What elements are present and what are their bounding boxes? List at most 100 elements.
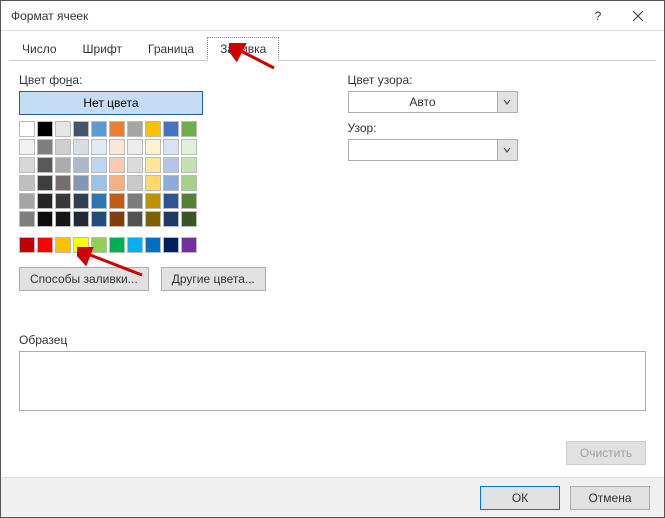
color-swatch[interactable] — [55, 175, 71, 191]
color-swatch[interactable] — [145, 237, 161, 253]
close-icon — [633, 11, 643, 21]
color-swatch[interactable] — [37, 211, 53, 227]
color-swatch[interactable] — [19, 139, 35, 155]
close-button[interactable] — [618, 1, 658, 31]
color-swatch[interactable] — [91, 193, 107, 209]
color-swatch[interactable] — [55, 121, 71, 137]
tab-fill[interactable]: Заливка — [207, 37, 279, 61]
sample-box — [19, 351, 646, 411]
color-swatch[interactable] — [163, 175, 179, 191]
tab-border[interactable]: Граница — [135, 37, 207, 61]
theme-colors-palette — [19, 121, 318, 227]
help-button[interactable]: ? — [578, 1, 618, 31]
color-swatch[interactable] — [127, 139, 143, 155]
color-swatch[interactable] — [73, 237, 89, 253]
color-swatch[interactable] — [145, 175, 161, 191]
color-swatch[interactable] — [109, 175, 125, 191]
bg-color-label: Цвет фона: — [19, 73, 318, 87]
color-swatch[interactable] — [55, 139, 71, 155]
pattern-style-select[interactable] — [348, 139, 518, 161]
color-swatch[interactable] — [163, 211, 179, 227]
color-swatch[interactable] — [91, 139, 107, 155]
color-swatch[interactable] — [73, 139, 89, 155]
color-swatch[interactable] — [127, 193, 143, 209]
color-swatch[interactable] — [91, 237, 107, 253]
color-swatch[interactable] — [19, 121, 35, 137]
color-swatch[interactable] — [181, 157, 197, 173]
color-swatch[interactable] — [73, 121, 89, 137]
color-swatch[interactable] — [145, 193, 161, 209]
color-swatch[interactable] — [145, 211, 161, 227]
color-swatch[interactable] — [109, 193, 125, 209]
color-swatch[interactable] — [37, 121, 53, 137]
color-swatch[interactable] — [181, 139, 197, 155]
color-swatch[interactable] — [163, 193, 179, 209]
color-swatch[interactable] — [127, 121, 143, 137]
color-swatch[interactable] — [91, 157, 107, 173]
fill-button-row: Способы заливки... Другие цвета... — [19, 267, 318, 291]
color-swatch[interactable] — [127, 157, 143, 173]
color-swatch[interactable] — [73, 157, 89, 173]
more-colors-button[interactable]: Другие цвета... — [161, 267, 266, 291]
ok-button[interactable]: ОК — [480, 486, 560, 510]
color-swatch[interactable] — [163, 139, 179, 155]
clear-button[interactable]: Очистить — [566, 441, 646, 465]
color-swatch[interactable] — [19, 157, 35, 173]
color-swatch[interactable] — [145, 157, 161, 173]
color-swatch[interactable] — [109, 237, 125, 253]
color-swatch[interactable] — [19, 237, 35, 253]
tab-font[interactable]: Шрифт — [70, 37, 135, 61]
color-swatch[interactable] — [163, 121, 179, 137]
color-swatch[interactable] — [37, 237, 53, 253]
color-swatch[interactable] — [181, 237, 197, 253]
color-swatch[interactable] — [109, 157, 125, 173]
palette-row — [19, 193, 318, 209]
pattern-color-select[interactable]: Авто — [348, 91, 518, 113]
color-swatch[interactable] — [181, 193, 197, 209]
color-swatch[interactable] — [19, 193, 35, 209]
cancel-button[interactable]: Отмена — [570, 486, 650, 510]
pattern-color-label: Цвет узора: — [348, 73, 647, 87]
color-swatch[interactable] — [73, 193, 89, 209]
color-swatch[interactable] — [181, 121, 197, 137]
color-swatch[interactable] — [109, 121, 125, 137]
color-swatch[interactable] — [37, 193, 53, 209]
color-swatch[interactable] — [127, 175, 143, 191]
color-swatch[interactable] — [181, 175, 197, 191]
sample-label: Образец — [19, 333, 646, 347]
clear-area: Очистить — [566, 441, 646, 465]
color-swatch[interactable] — [163, 237, 179, 253]
color-swatch[interactable] — [55, 157, 71, 173]
color-swatch[interactable] — [73, 211, 89, 227]
standard-colors-row — [19, 237, 318, 253]
color-swatch[interactable] — [73, 175, 89, 191]
right-column: Цвет узора: Авто Узор: — [348, 73, 647, 291]
color-swatch[interactable] — [37, 139, 53, 155]
color-swatch[interactable] — [91, 121, 107, 137]
color-swatch[interactable] — [181, 211, 197, 227]
fill-effects-button[interactable]: Способы заливки... — [19, 267, 149, 291]
color-swatch[interactable] — [37, 157, 53, 173]
color-swatch[interactable] — [145, 139, 161, 155]
color-swatch[interactable] — [127, 211, 143, 227]
color-swatch[interactable] — [55, 211, 71, 227]
color-swatch[interactable] — [163, 157, 179, 173]
color-swatch[interactable] — [145, 121, 161, 137]
color-swatch[interactable] — [109, 211, 125, 227]
color-swatch[interactable] — [109, 139, 125, 155]
chevron-down-icon — [503, 98, 511, 106]
pattern-style-arrow[interactable] — [497, 140, 517, 160]
color-swatch[interactable] — [91, 175, 107, 191]
left-column: Цвет фона: Нет цвета Способы заливки... … — [19, 73, 318, 291]
tab-number[interactable]: Число — [9, 37, 70, 61]
color-swatch[interactable] — [19, 211, 35, 227]
no-color-button[interactable]: Нет цвета — [19, 91, 203, 115]
color-swatch[interactable] — [55, 193, 71, 209]
color-swatch[interactable] — [37, 175, 53, 191]
color-swatch[interactable] — [127, 237, 143, 253]
color-swatch[interactable] — [19, 175, 35, 191]
bottom-bar: ОК Отмена — [1, 477, 664, 517]
color-swatch[interactable] — [91, 211, 107, 227]
color-swatch[interactable] — [55, 237, 71, 253]
pattern-color-arrow[interactable] — [497, 92, 517, 112]
